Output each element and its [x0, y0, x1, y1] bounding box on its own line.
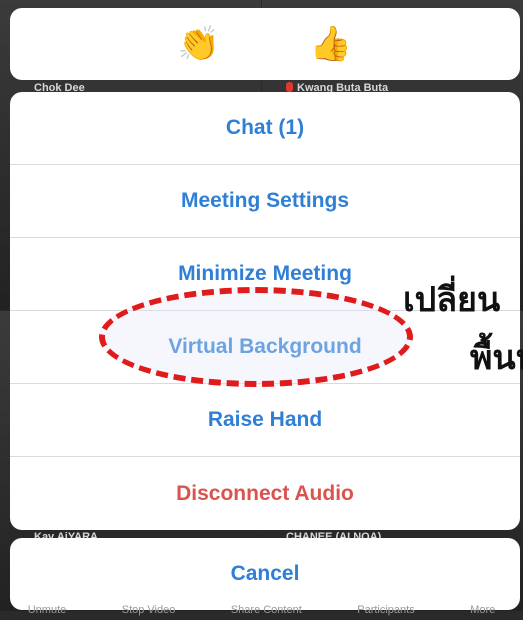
meeting-toolbar: Unmute Stop Video Share Content Particip…: [0, 604, 523, 620]
disconnect-audio-button[interactable]: Disconnect Audio: [10, 457, 520, 530]
highlight-ellipse: [99, 287, 413, 387]
chat-button[interactable]: Chat (1): [10, 92, 520, 165]
cancel-button[interactable]: Cancel: [10, 538, 520, 610]
toolbar-share-content[interactable]: Share Content: [231, 604, 302, 620]
mic-off-icon: [286, 82, 293, 92]
raise-hand-button[interactable]: Raise Hand: [10, 384, 520, 457]
toolbar-unmute[interactable]: Unmute: [28, 604, 67, 620]
clapping-hands-icon[interactable]: 👏: [177, 24, 221, 64]
annotation-text: เปลี่ยน: [403, 280, 501, 320]
annotation-text: พื้นห: [470, 338, 523, 378]
toolbar-more[interactable]: More: [470, 604, 495, 620]
meeting-settings-button[interactable]: Meeting Settings: [10, 165, 520, 238]
toolbar-participants[interactable]: Participants: [357, 604, 414, 620]
thumbs-up-icon[interactable]: 👍: [309, 24, 353, 64]
zoom-meeting-screen: Chok Dee Kwang Buta Buta Kav AiYARA CHAN…: [0, 0, 523, 620]
toolbar-stop-video[interactable]: Stop Video: [122, 604, 176, 620]
reactions-bar: 👏 👍: [10, 8, 520, 80]
